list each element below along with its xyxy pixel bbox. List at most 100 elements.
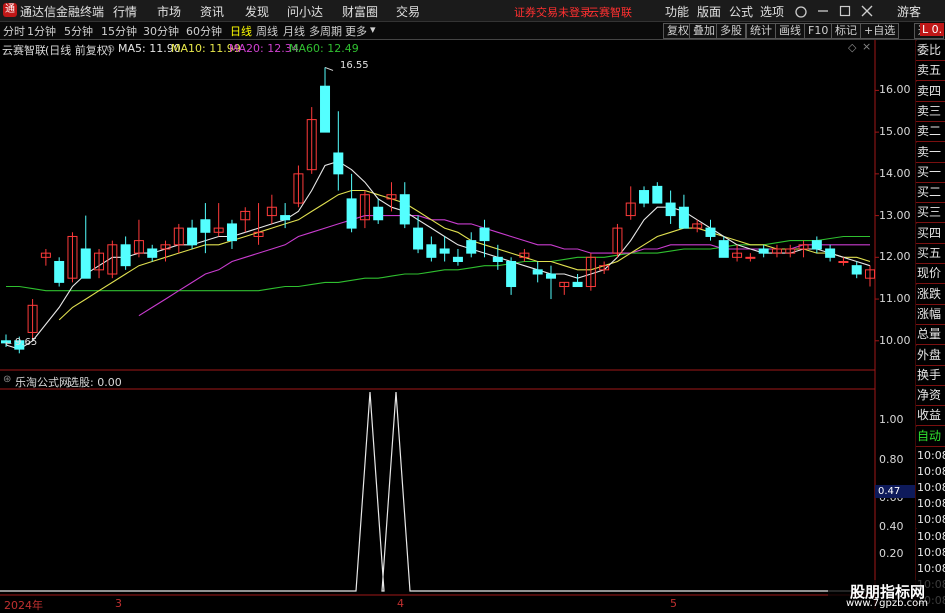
panel-corner-badge[interactable]: L 0. <box>920 23 945 36</box>
side-label-2: 卖四 <box>916 81 945 102</box>
period-weekly[interactable]: 周线 <box>256 23 278 39</box>
ind-tick-040: 0.40 <box>879 520 904 533</box>
trade-time-0: 10:08 <box>916 448 945 464</box>
candle <box>173 223 184 254</box>
user-label[interactable]: 游客 <box>897 3 921 20</box>
candle-body <box>479 227 490 242</box>
candle <box>426 236 437 262</box>
period-60min[interactable]: 60分钟 <box>186 23 222 39</box>
candle <box>811 236 822 254</box>
period-toolbar: 分时 1分钟 5分钟 15分钟 30分钟 60分钟 日线 周线 月线 多周期 更… <box>0 22 945 40</box>
trade-time-7: 10:08 <box>916 560 945 577</box>
candle-body <box>678 206 689 229</box>
candle-body <box>665 202 676 217</box>
menu-jiaoyi[interactable]: 交易 <box>396 3 420 20</box>
candle <box>572 274 583 288</box>
app-logo-icon: 通 <box>3 3 17 17</box>
huaxian-button[interactable]: 画线 <box>775 23 805 39</box>
side-label-17: 净资 <box>916 386 945 407</box>
trade-time-6: 10:08 <box>916 544 945 561</box>
stock-notice: 云赛智联 <box>588 6 632 19</box>
biaoji-button[interactable]: 标记 <box>831 23 861 39</box>
candle-body <box>811 240 822 250</box>
candle <box>226 219 237 249</box>
side-label-7: 买二 <box>916 183 945 204</box>
indicator-settings-icon[interactable]: ⊛ <box>3 374 11 385</box>
add-watchlist-button[interactable]: +自选 <box>860 23 900 39</box>
period-15min[interactable]: 15分钟 <box>101 23 137 39</box>
candle <box>851 261 862 279</box>
diejia-button[interactable]: 叠加 <box>689 23 719 39</box>
f10-button[interactable]: F10 <box>804 23 833 39</box>
candle-body <box>120 244 131 267</box>
candle <box>665 190 676 224</box>
candle-body <box>439 248 450 254</box>
candle <box>147 244 158 262</box>
candle <box>320 67 331 133</box>
menu-faxian[interactable]: 发现 <box>245 3 269 20</box>
trade-time-4: 10:08 <box>916 512 945 529</box>
menu-gongshi[interactable]: 公式 <box>729 3 753 20</box>
period-5min[interactable]: 5分钟 <box>64 23 93 39</box>
period-multi[interactable]: 多周期 <box>309 23 342 39</box>
ma60-line <box>6 235 870 292</box>
ind-tick-080: 0.80 <box>879 453 904 466</box>
indicator-current-value: 0.47 <box>875 485 915 498</box>
close-icon[interactable] <box>860 4 874 18</box>
candle-body <box>639 190 650 204</box>
period-30min[interactable]: 30分钟 <box>143 23 179 39</box>
period-1min[interactable]: 1分钟 <box>27 23 56 39</box>
candle <box>253 203 264 245</box>
candle <box>67 232 78 283</box>
ma20-line <box>138 215 870 317</box>
candle <box>825 244 836 262</box>
period-monthly[interactable]: 月线 <box>283 23 305 39</box>
candle <box>612 223 623 258</box>
menu-hangqing[interactable]: 行情 <box>113 3 137 20</box>
price-tick: 11.00 <box>879 292 911 306</box>
candle <box>705 219 716 241</box>
side-label-9: 买四 <box>916 223 945 244</box>
period-fenshi[interactable]: 分时 <box>3 23 25 39</box>
period-daily[interactable]: 日线 <box>230 23 252 39</box>
candle <box>386 182 397 212</box>
candle-body <box>718 240 729 258</box>
menu-zixun[interactable]: 资讯 <box>200 3 224 20</box>
maximize-icon[interactable] <box>838 4 852 18</box>
tongji-button[interactable]: 统计 <box>746 23 776 39</box>
side-label-15: 外盘 <box>916 345 945 366</box>
trade-time-5: 10:08 <box>916 528 945 545</box>
menu-xuanxiang[interactable]: 选项 <box>760 3 784 20</box>
kline-chart[interactable] <box>0 40 945 609</box>
menu-wenxiaoda[interactable]: 问小达 <box>287 3 323 20</box>
menu-gongneng[interactable]: 功能 <box>665 3 689 20</box>
period-more[interactable]: 更多 <box>345 23 367 39</box>
candle <box>240 207 251 233</box>
price-tick: 15.00 <box>879 125 911 139</box>
watermark: 股朋指标网 www.7gpzb.com <box>828 580 945 609</box>
side-label-13: 涨幅 <box>916 304 945 325</box>
high-price-label: 16.55 <box>340 60 369 71</box>
side-label-16: 换手 <box>916 365 945 386</box>
side-label-19[interactable]: 自动 <box>916 426 945 447</box>
price-tick: 16.00 <box>879 83 911 97</box>
menu-banmian[interactable]: 版面 <box>697 3 721 20</box>
duogu-button[interactable]: 多股 <box>716 23 746 39</box>
login-notice[interactable]: 证券交易未登录 <box>514 4 591 20</box>
more-arrow-icon[interactable]: ▾ <box>370 23 376 36</box>
menu-caifuquan[interactable]: 财富圈 <box>342 3 378 20</box>
headset-icon[interactable] <box>794 4 808 18</box>
price-tick: 14.00 <box>879 166 911 180</box>
candle <box>545 265 556 300</box>
candle-body <box>226 223 237 242</box>
candle <box>506 257 517 295</box>
minimize-icon[interactable] <box>816 4 830 18</box>
candle-body <box>452 256 463 262</box>
candle-body <box>280 215 291 221</box>
candle <box>346 173 357 233</box>
candle <box>120 236 131 270</box>
side-label-3: 卖三 <box>916 101 945 122</box>
price-tick: 10.00 <box>879 333 911 347</box>
menu-shichang[interactable]: 市场 <box>157 3 181 20</box>
ma10-line <box>58 189 871 321</box>
